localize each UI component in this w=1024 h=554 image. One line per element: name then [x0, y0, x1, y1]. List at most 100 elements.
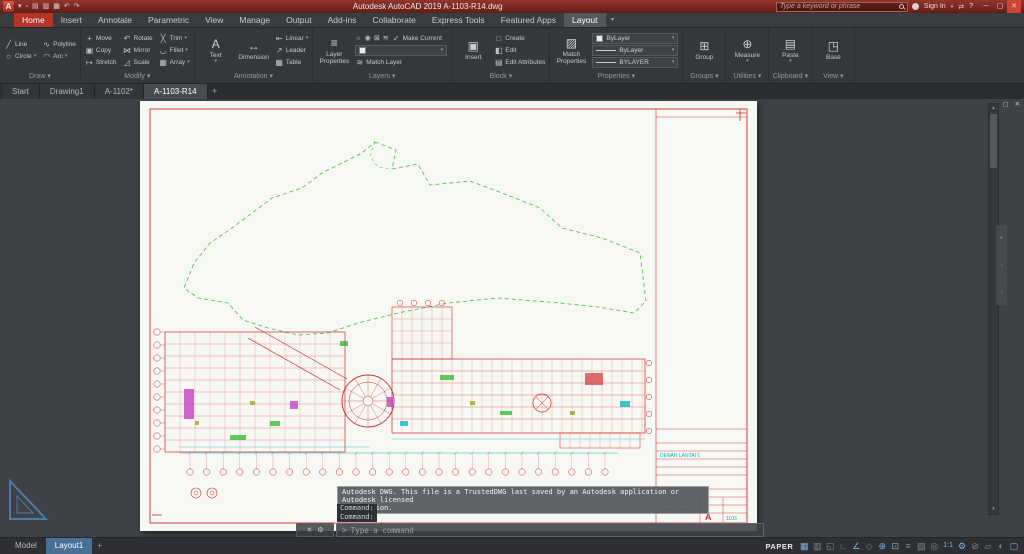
restore-button[interactable]: ▢	[993, 0, 1007, 13]
workspace-icon[interactable]: ⚙	[956, 538, 968, 554]
scroll-up-icon[interactable]: ▴	[989, 104, 998, 113]
ribbon-tab-output[interactable]: Output	[278, 13, 320, 27]
new-icon[interactable]: ▫	[26, 0, 28, 13]
button-edit[interactable]: ◧Edit	[494, 45, 545, 56]
ribbon-tab-add-ins[interactable]: Add-ins	[320, 13, 365, 27]
button-insert[interactable]: ▣Insert	[456, 39, 490, 61]
button-edit-attributes[interactable]: ▤Edit Attributes	[494, 57, 545, 68]
snap-mode-icon[interactable]: ▥	[811, 538, 823, 554]
button-fillet[interactable]: ◡Fillet▾	[159, 45, 190, 56]
button-create[interactable]: □Create	[494, 33, 545, 44]
object-snap-icon[interactable]: ⊡	[889, 538, 901, 554]
button-array[interactable]: ▦Array▾	[159, 57, 190, 68]
sign-in-button[interactable]: Sign In	[924, 3, 946, 10]
polar-tracking-icon[interactable]: ∠	[850, 538, 862, 554]
ribbon-tab-layout[interactable]: Layout	[564, 13, 606, 27]
panel-label-block[interactable]: Block ▾	[452, 72, 549, 83]
button-scale[interactable]: ◿Scale	[123, 57, 153, 68]
grid-display-icon[interactable]: ▦	[798, 538, 810, 554]
close-button[interactable]: ✕	[1007, 0, 1021, 13]
ribbon-tab-express-tools[interactable]: Express Tools	[424, 13, 493, 27]
annotation-monitor-icon[interactable]: ⊘	[969, 538, 981, 554]
autocad-logo-icon[interactable]: A	[3, 1, 14, 12]
ribbon-tab-manage[interactable]: Manage	[231, 13, 278, 27]
match-layer-button[interactable]: ≋Match Layer	[355, 57, 447, 68]
button-trim[interactable]: ╳Trim▾	[159, 33, 190, 44]
scrollbar-thumb[interactable]	[990, 114, 997, 168]
doc-restore-button[interactable]: ▢	[1002, 100, 1008, 108]
panel-label-modify[interactable]: Modify ▾	[81, 72, 194, 83]
panel-label-layers[interactable]: Layers ▾	[313, 72, 451, 83]
panel-label-view[interactable]: View ▾	[812, 72, 854, 83]
button-group[interactable]: ⊞Group	[687, 39, 721, 61]
match-icon[interactable]: ≋	[383, 34, 389, 42]
ortho-mode-icon[interactable]: ∟	[837, 538, 849, 554]
redo-icon[interactable]: ↷	[74, 0, 80, 13]
button-paste[interactable]: ▤Paste▾	[773, 37, 807, 64]
menu-icon[interactable]: ▾	[18, 0, 22, 13]
button-base[interactable]: ◳Base	[816, 39, 850, 61]
lock-icon[interactable]: ⊠	[374, 34, 380, 42]
new-drawing-tab-button[interactable]: +	[208, 84, 222, 99]
clean-screen-icon[interactable]: ▢	[1008, 538, 1020, 554]
layout-tab-layout1[interactable]: Layout1	[46, 538, 92, 554]
button-match-properties[interactable]: ▨Match Properties	[554, 36, 588, 65]
isodraft-icon[interactable]: ◇	[863, 538, 875, 554]
navbar-menu-icon[interactable]: ≡	[1000, 235, 1003, 241]
button-circle[interactable]: ○Circle▾	[4, 51, 36, 62]
infer-constraints-icon[interactable]: ◱	[824, 538, 836, 554]
button-mirror[interactable]: ⋈Mirror	[123, 45, 153, 56]
button-layer-properties[interactable]: ≡Layer Properties	[317, 36, 351, 65]
search-icon[interactable]	[899, 4, 904, 9]
new-layout-button[interactable]: +	[92, 538, 107, 554]
search-input[interactable]	[780, 3, 896, 10]
lineweight-icon[interactable]: ≡	[902, 538, 914, 554]
ribbon-tab-parametric[interactable]: Parametric	[140, 13, 197, 27]
properties-dropdown-1[interactable]: ByLayer▾	[592, 45, 678, 56]
isolate-objects-icon[interactable]: ◐	[995, 538, 1007, 554]
minimize-button[interactable]: ─	[979, 0, 993, 13]
button-arc[interactable]: ◠Arc▾	[42, 51, 76, 62]
transparency-icon[interactable]: ▨	[915, 538, 927, 554]
properties-dropdown-0[interactable]: ByLayer▾	[592, 33, 678, 44]
customize-command-icon[interactable]: ⚙	[317, 526, 323, 534]
file-tab-a-1103-r14[interactable]: A-1103-R14	[144, 84, 208, 99]
plot-icon[interactable]: ▦	[53, 0, 60, 13]
button-stretch[interactable]: ↦Stretch	[85, 57, 117, 68]
quick-properties-icon[interactable]: ▱	[982, 538, 994, 554]
panel-label-annotation[interactable]: Annotation ▾	[195, 72, 313, 83]
doc-close-button[interactable]: ✕	[1015, 100, 1020, 108]
panel-label-utilities[interactable]: Utilities ▾	[726, 72, 768, 83]
sun-icon[interactable]: ☼	[355, 35, 361, 42]
ribbon-tab-featured-apps[interactable]: Featured Apps	[493, 13, 564, 27]
panel-label-clipboard[interactable]: Clipboard ▾	[769, 72, 811, 83]
ribbon-tab-annotate[interactable]: Annotate	[90, 13, 140, 27]
open-icon[interactable]: ▤	[32, 0, 39, 13]
selection-cycling-icon[interactable]: ◎	[928, 538, 940, 554]
button-table[interactable]: ▦Table	[275, 57, 309, 68]
help-icon[interactable]: ?	[969, 3, 973, 10]
ribbon-tab-home[interactable]: Home	[14, 13, 53, 27]
navigation-bar[interactable]: ≡ ◦ ◦	[996, 225, 1007, 305]
button-measure[interactable]: ⊕Measure▾	[730, 37, 764, 64]
file-tab-start[interactable]: Start	[2, 84, 40, 99]
layer-dropdown[interactable]: ▾	[355, 45, 447, 56]
ribbon-tab-insert[interactable]: Insert	[53, 13, 90, 27]
bulb-icon[interactable]: ◉	[365, 34, 371, 42]
button-polyline[interactable]: ∿Polyline	[42, 39, 76, 50]
annotation-scale-label[interactable]: 1:1	[941, 538, 955, 554]
space-indicator[interactable]: PAPER	[765, 542, 793, 551]
ribbon-tab-collaborate[interactable]: Collaborate	[364, 13, 423, 27]
close-command-icon[interactable]: ✕	[306, 526, 312, 534]
button-rotate[interactable]: ↶Rotate	[123, 33, 153, 44]
osnap-tracking-icon[interactable]: ⊕	[876, 538, 888, 554]
ribbon-tab-view[interactable]: View	[197, 13, 231, 27]
button-linear[interactable]: ⇤Linear▾	[275, 33, 309, 44]
make-current-button[interactable]: ✓Make Current	[392, 33, 442, 44]
panel-label-properties[interactable]: Properties ▾	[550, 72, 682, 83]
panel-label-groups[interactable]: Groups ▾	[683, 72, 725, 83]
button-move[interactable]: +Move	[85, 33, 117, 44]
panel-label-draw[interactable]: Draw ▾	[0, 72, 80, 83]
file-tab-drawing1[interactable]: Drawing1	[40, 84, 95, 99]
properties-dropdown-2[interactable]: BYLAYER▾	[592, 57, 678, 68]
